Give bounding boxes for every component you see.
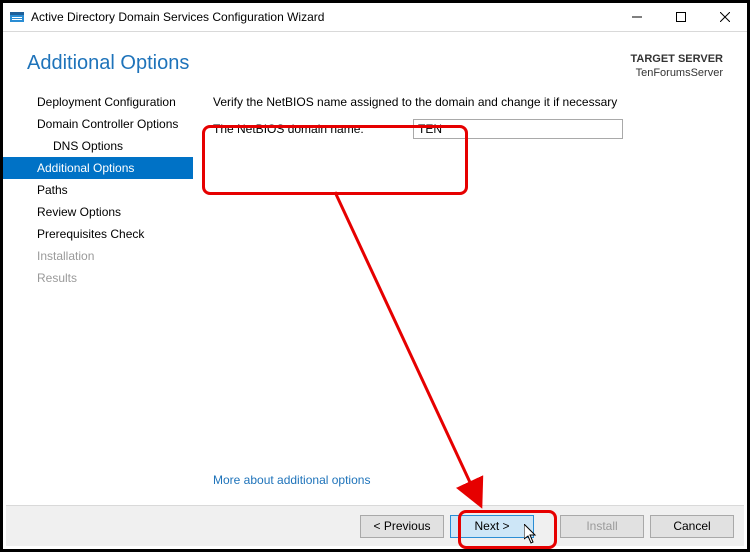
sidebar-item-paths[interactable]: Paths [3,179,193,201]
sidebar-item-review-options[interactable]: Review Options [3,201,193,223]
sidebar-item-results: Results [3,267,193,289]
page-title: Additional Options [27,52,631,75]
footer: < Previous Next > Install Cancel [6,505,744,546]
header: Additional Options TARGET SERVER TenForu… [3,32,747,91]
sidebar-item-label: Prerequisites Check [37,227,144,241]
window-title: Active Directory Domain Services Configu… [31,10,324,24]
cancel-button[interactable]: Cancel [650,515,734,538]
target-server-block: TARGET SERVER TenForumsServer [631,52,724,81]
sidebar-item-label: Deployment Configuration [37,95,176,109]
sidebar-item-label: Installation [37,249,94,263]
sidebar-item-label: Additional Options [37,161,134,175]
sidebar-item-domain-controller-options[interactable]: Domain Controller Options [3,113,193,135]
app-icon [9,9,25,25]
body: Deployment Configuration Domain Controll… [3,91,747,471]
sidebar-item-deployment-configuration[interactable]: Deployment Configuration [3,91,193,113]
install-button: Install [560,515,644,538]
sidebar-item-label: DNS Options [53,139,123,153]
sidebar-item-label: Domain Controller Options [37,117,178,131]
maximize-button[interactable] [659,3,703,31]
target-server-value: TenForumsServer [631,66,724,80]
minimize-button[interactable] [615,3,659,31]
more-about-link[interactable]: More about additional options [213,473,370,487]
netbios-row: The NetBIOS domain name: [213,119,727,139]
target-server-label: TARGET SERVER [631,52,724,66]
close-button[interactable] [703,3,747,31]
sidebar-item-label: Review Options [37,205,121,219]
sidebar-item-prerequisites-check[interactable]: Prerequisites Check [3,223,193,245]
next-button[interactable]: Next > [450,515,534,538]
instruction-text: Verify the NetBIOS name assigned to the … [213,95,727,109]
netbios-input[interactable] [413,119,623,139]
sidebar-item-label: Paths [37,183,68,197]
sidebar-item-dns-options[interactable]: DNS Options [3,135,193,157]
sidebar-item-additional-options[interactable]: Additional Options [3,157,193,179]
content: Verify the NetBIOS name assigned to the … [193,91,747,471]
sidebar-item-label: Results [37,271,77,285]
sidebar: Deployment Configuration Domain Controll… [3,91,193,471]
titlebar: Active Directory Domain Services Configu… [3,3,747,32]
previous-button[interactable]: < Previous [360,515,444,538]
wizard-window: Active Directory Domain Services Configu… [0,0,750,552]
netbios-label: The NetBIOS domain name: [213,122,413,136]
sidebar-item-installation: Installation [3,245,193,267]
